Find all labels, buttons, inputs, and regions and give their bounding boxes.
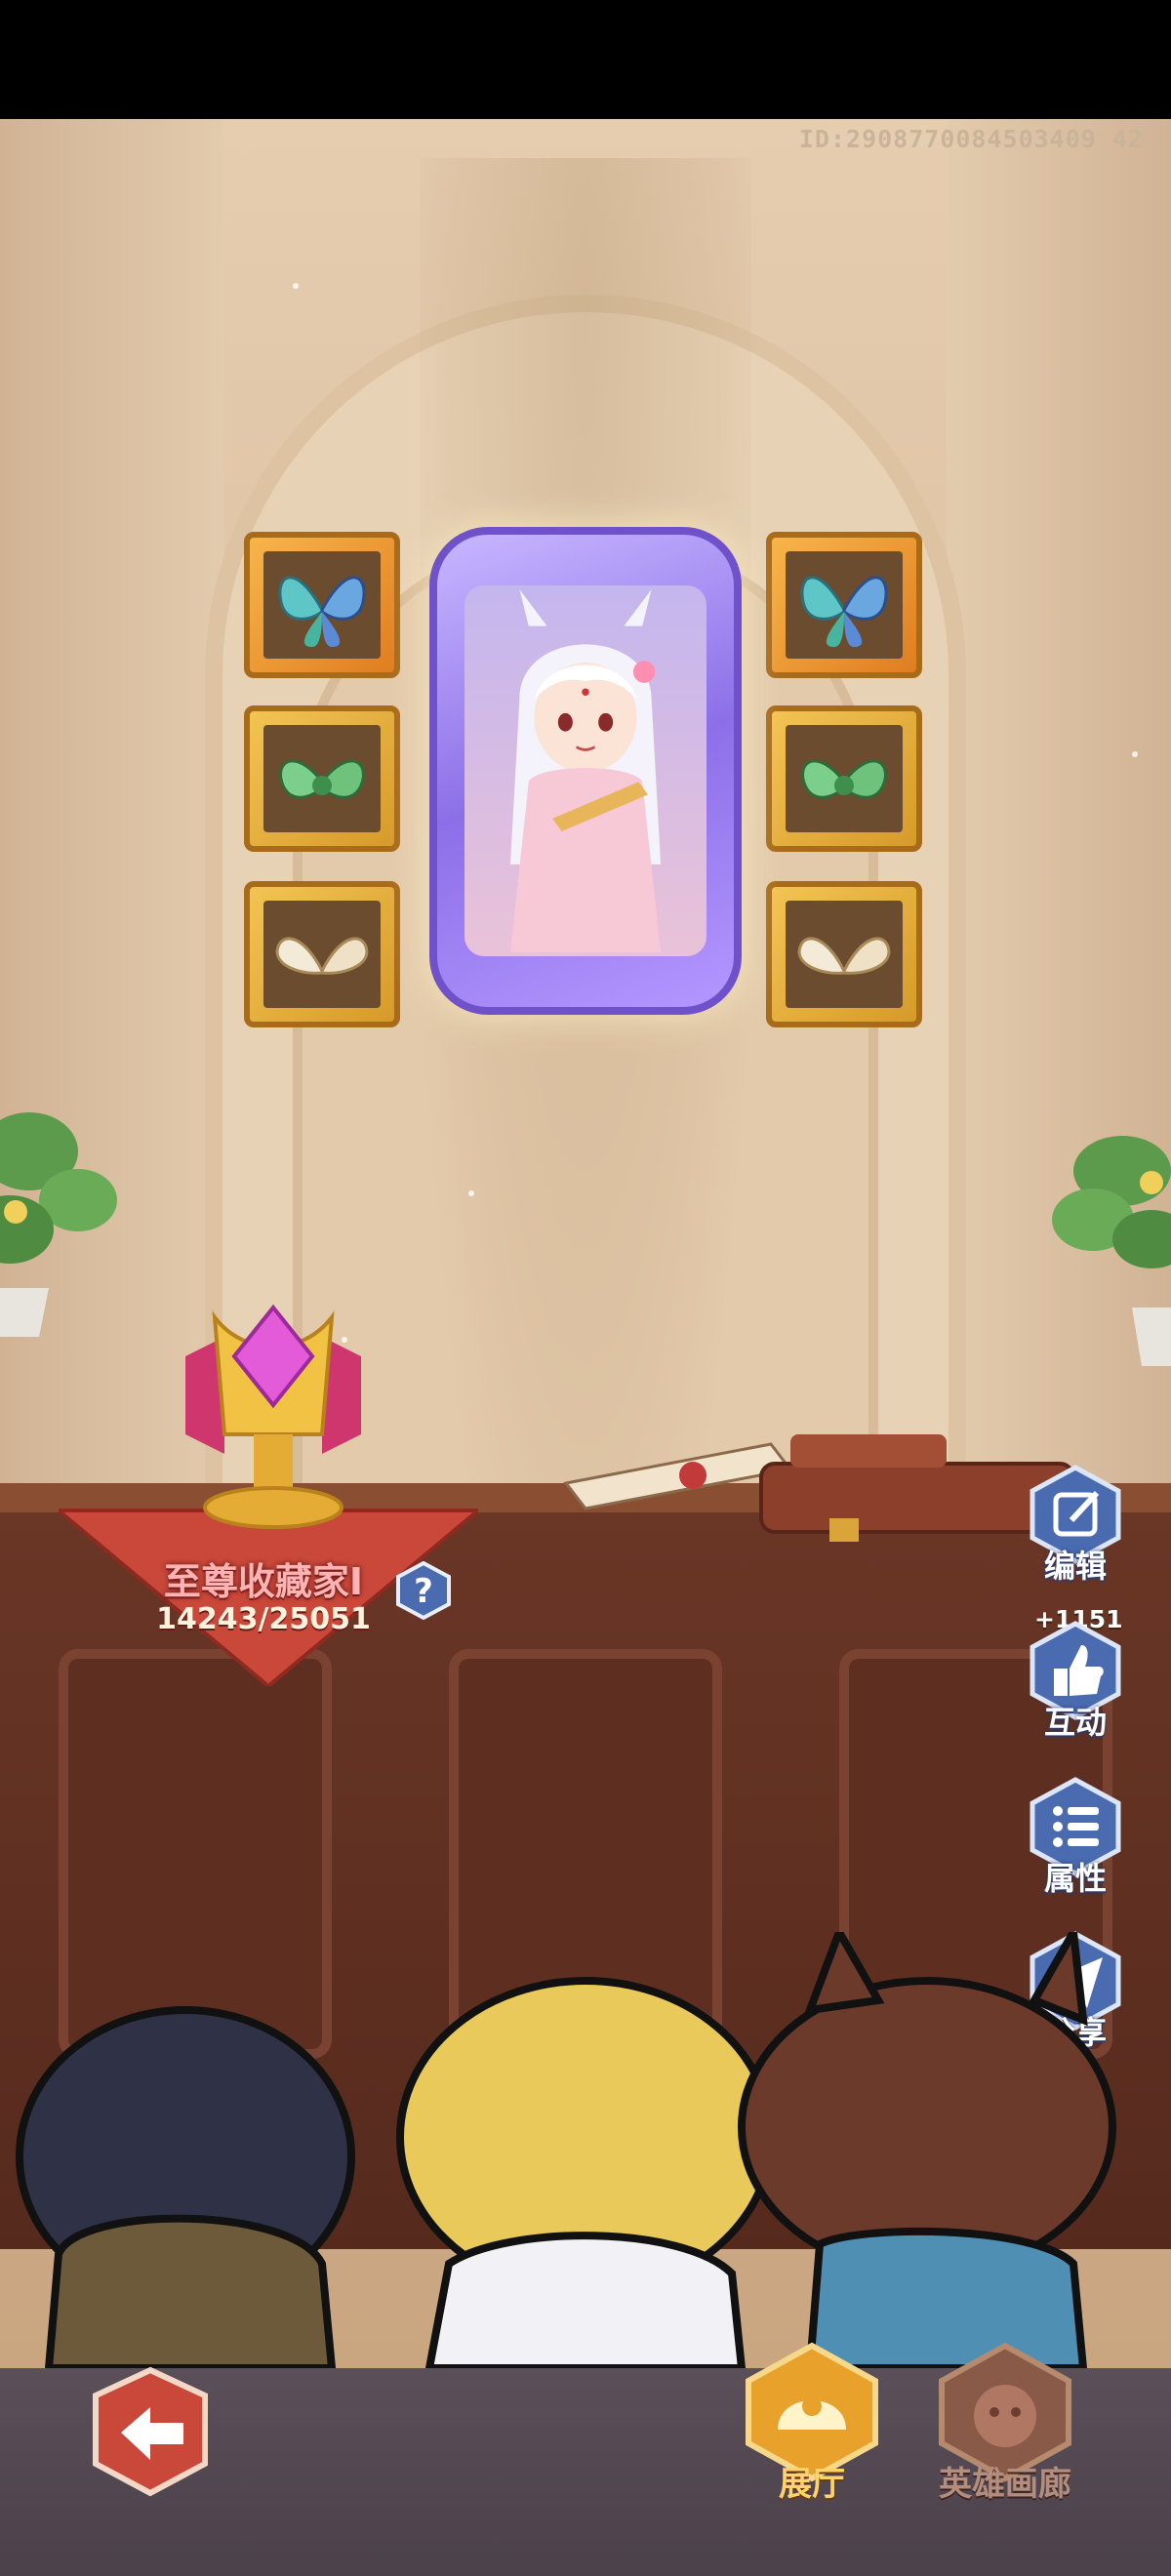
collectible-card-butterfly-left[interactable] [244,532,400,678]
hero-portrait-frame[interactable] [429,527,742,1015]
butterfly-wings-icon [278,576,366,647]
collectible-card-leaf-left[interactable] [244,705,400,852]
collector-progress: 14243/25051 [156,1602,371,1636]
list-icon [1053,1806,1099,1847]
tab-hall[interactable]: 展厅 [705,2457,919,2505]
collector-title: 至尊收藏家I [163,1560,364,1603]
sparkle-decoration [293,283,299,289]
collectible-card-butterfly-right[interactable] [766,532,922,678]
collectible-card-leaf-right[interactable] [766,705,922,852]
help-icon[interactable]: ? [394,1561,453,1620]
back-button[interactable] [82,2366,219,2503]
potted-plant-left [0,1112,117,1337]
hero-character-icon [509,589,662,952]
potted-plant-right [1052,1136,1171,1366]
attributes-label: 属性 [1043,1860,1107,1897]
edit-label: 编辑 [1043,1548,1107,1585]
collectible-card-feather-right[interactable] [766,881,922,1027]
player-id: ID:2908770084503409 42 [798,125,1144,153]
trophy-icon[interactable] [176,1298,371,1532]
audience-characters [16,1932,1116,2368]
tab-hero-gallery[interactable]: 英雄画廊 [898,2457,1112,2505]
feather-wings-icon [275,937,369,975]
leaf-wings-icon [279,759,365,799]
status-bar-area [0,0,1171,119]
collectible-card-feather-left[interactable] [244,881,400,1027]
sparkle-decoration [468,1190,474,1196]
leaf-wings-icon [801,759,887,799]
sparkle-decoration [1132,751,1138,757]
interact-label: 互动 [1043,1704,1107,1741]
butterfly-wings-icon [800,576,888,647]
hero-portrait [464,585,707,956]
feather-wings-icon [797,937,891,975]
books-and-letter [563,1434,1075,1542]
svg-text:?: ? [414,1572,433,1611]
